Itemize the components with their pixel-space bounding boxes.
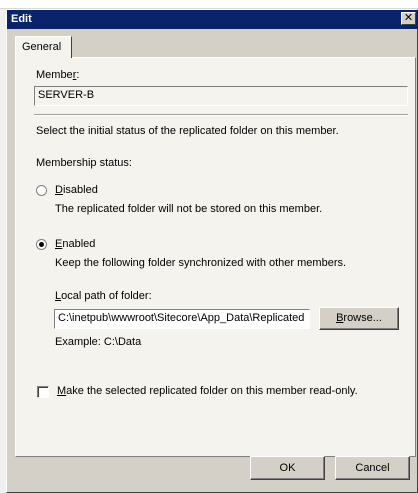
edit-dialog: Edit ✕ General Member: SERVER-B Select t… — [6, 9, 418, 493]
title-bar[interactable]: Edit ✕ — [7, 10, 418, 29]
local-path-label: Local path of folder: — [55, 290, 152, 302]
window-title: Edit — [11, 13, 32, 25]
tab-general-label: General — [22, 41, 62, 53]
member-value: SERVER-B — [38, 89, 95, 101]
readonly-checkbox-label[interactable]: Make the selected replicated folder on t… — [57, 385, 358, 397]
readonly-checkbox[interactable] — [37, 386, 49, 398]
general-panel: Member: SERVER-B Select the initial stat… — [15, 57, 416, 457]
membership-status-label: Membership status: — [36, 157, 132, 169]
local-path-value: C:\inetpub\wwwroot\Sitecore\App_Data\Rep… — [58, 312, 305, 324]
radio-selected-dot — [39, 242, 44, 247]
member-label: Member: — [36, 69, 80, 81]
enabled-radio[interactable] — [36, 239, 47, 250]
example-text: Example: C:\Data — [55, 336, 142, 348]
local-path-input[interactable]: C:\inetpub\wwwroot\Sitecore\App_Data\Rep… — [54, 309, 310, 329]
disabled-description: The replicated folder will not be stored… — [55, 203, 323, 215]
ok-button[interactable]: OK — [250, 456, 325, 480]
separator — [34, 114, 408, 116]
tab-general[interactable]: General — [15, 36, 72, 58]
disabled-radio-label[interactable]: Disabled — [55, 184, 98, 196]
enabled-description: Keep the following folder synchronized w… — [55, 257, 347, 269]
cancel-button[interactable]: Cancel — [335, 456, 410, 480]
disabled-radio[interactable] — [36, 185, 47, 196]
member-field[interactable]: SERVER-B — [34, 86, 408, 106]
background-strip — [0, 0, 418, 9]
close-button[interactable]: ✕ — [401, 12, 416, 25]
close-icon: ✕ — [403, 12, 414, 24]
browse-button[interactable]: Browse... — [319, 307, 399, 330]
instruction-text: Select the initial status of the replica… — [36, 125, 339, 137]
enabled-radio-label[interactable]: Enabled — [55, 238, 95, 250]
